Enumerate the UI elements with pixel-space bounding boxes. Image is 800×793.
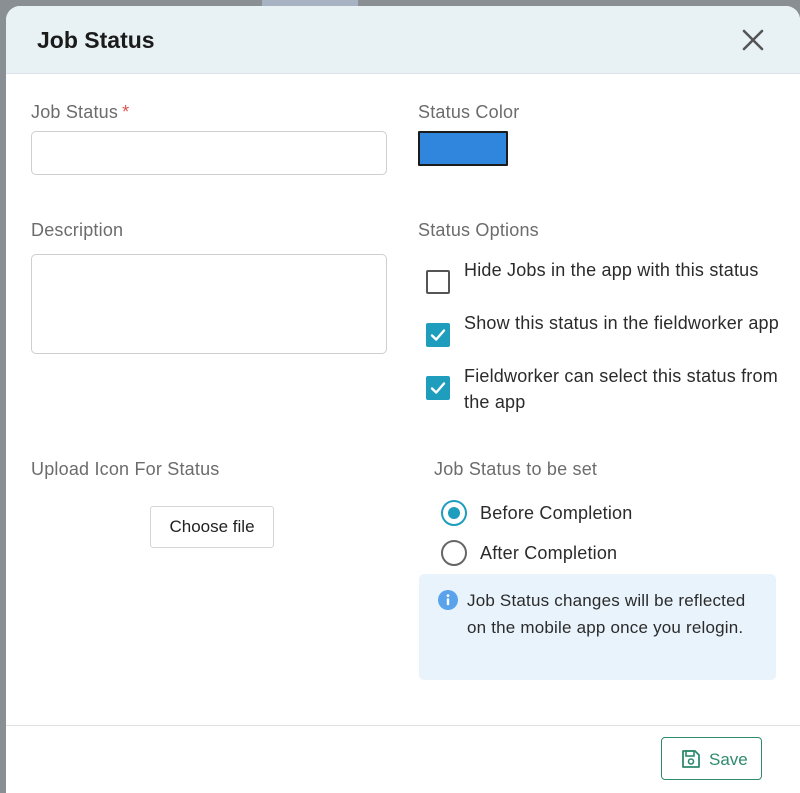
choose-file-button[interactable]: Choose file xyxy=(150,506,274,548)
fieldworker-select-label: Fieldworker can select this status from … xyxy=(464,366,778,412)
required-marker: * xyxy=(122,102,130,122)
after-completion-radio[interactable] xyxy=(441,540,467,566)
status-options-label: Status Options xyxy=(418,220,539,240)
modal-title: Job Status xyxy=(37,27,155,53)
job-status-label: Job Status * xyxy=(31,102,130,122)
hide-jobs-label: Hide Jobs in the app with this status xyxy=(464,260,759,280)
fieldworker-select-checkbox[interactable] xyxy=(426,376,450,400)
close-button[interactable] xyxy=(739,26,767,54)
before-completion-label[interactable]: Before Completion xyxy=(480,503,632,524)
description-textarea[interactable] xyxy=(31,254,387,354)
info-alert: Job Status changes will be reflected on … xyxy=(419,574,776,680)
checkmark-icon xyxy=(430,382,446,394)
after-completion-label[interactable]: After Completion xyxy=(480,543,617,564)
hide-jobs-checkbox[interactable] xyxy=(426,270,450,294)
description-label: Description xyxy=(31,220,124,240)
status-color-label: Status Color xyxy=(418,102,520,122)
close-icon xyxy=(742,29,764,51)
info-text: Job Status changes will be reflected on … xyxy=(467,591,746,637)
upload-icon-label: Upload Icon For Status xyxy=(31,459,220,479)
status-color-picker[interactable] xyxy=(418,131,508,166)
footer-divider xyxy=(6,725,800,726)
job-status-to-be-set-label: Job Status to be set xyxy=(434,459,598,479)
save-label: Save xyxy=(709,750,748,769)
modal-header: Job Status xyxy=(6,6,800,74)
job-status-input[interactable] xyxy=(31,131,387,175)
checkmark-icon xyxy=(430,329,446,341)
before-completion-radio[interactable] xyxy=(441,500,467,526)
save-button[interactable]: Save xyxy=(661,737,762,780)
job-status-modal: Job Status Job Status * Status Color Desc… xyxy=(6,6,800,793)
info-icon xyxy=(438,590,458,610)
floppy-disk-icon xyxy=(682,750,700,768)
show-fieldworker-label: Show this status in the fieldworker app xyxy=(464,313,779,333)
show-fieldworker-checkbox[interactable] xyxy=(426,323,450,347)
